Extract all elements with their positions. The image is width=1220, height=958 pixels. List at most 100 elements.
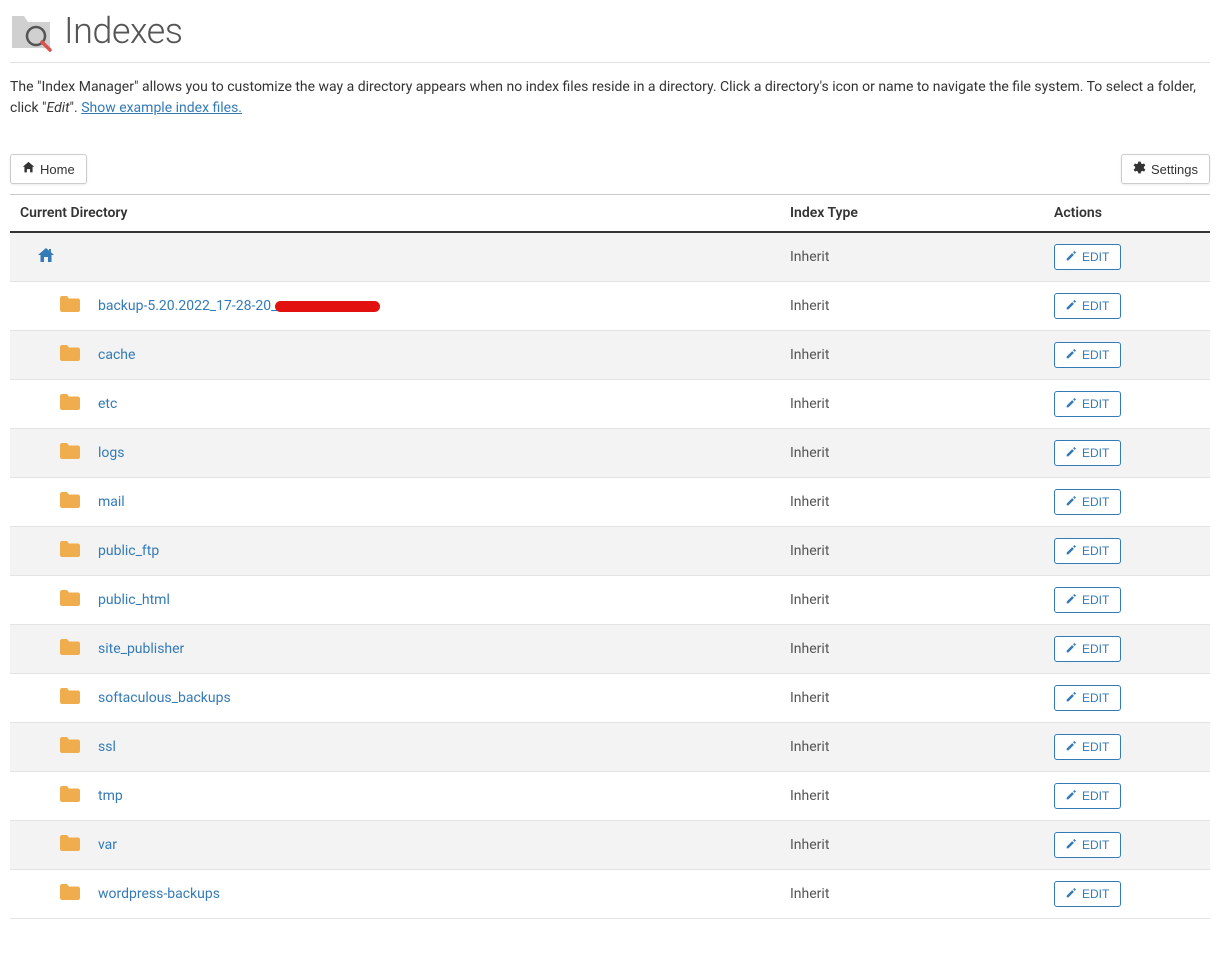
table-row: etcInheritEDIT [10, 380, 1210, 429]
directory-link[interactable]: etc [98, 396, 117, 412]
page-title: Indexes [64, 10, 183, 52]
directory-link[interactable]: wordpress-backups [98, 886, 220, 902]
directory-cell: cache [38, 345, 780, 365]
index-type-cell: Inherit [790, 478, 1054, 527]
directory-link[interactable]: mail [98, 494, 125, 510]
edit-button[interactable]: EDIT [1054, 587, 1121, 613]
edit-button[interactable]: EDIT [1054, 685, 1121, 711]
folder-icon[interactable] [60, 541, 80, 561]
folder-icon[interactable] [60, 590, 80, 610]
pencil-icon [1066, 691, 1077, 705]
description-edit-italic: Edit [47, 100, 70, 116]
edit-button[interactable]: EDIT [1054, 293, 1121, 319]
folder-icon[interactable] [60, 443, 80, 463]
directory-link[interactable]: public_html [98, 592, 170, 608]
header-directory: Current Directory [10, 195, 790, 233]
settings-button[interactable]: Settings [1121, 154, 1210, 184]
directory-cell: logs [38, 443, 780, 463]
home-button-label: Home [40, 162, 75, 177]
pencil-icon [1066, 446, 1077, 460]
folder-icon[interactable] [60, 835, 80, 855]
directory-link[interactable]: ssl [98, 739, 116, 755]
edit-button-label: EDIT [1082, 250, 1109, 264]
folder-icon[interactable] [60, 737, 80, 757]
pencil-icon [1066, 838, 1077, 852]
index-type-cell: Inherit [790, 429, 1054, 478]
table-row: public_ftp Inherit EDIT [10, 527, 1210, 576]
edit-button-label: EDIT [1082, 642, 1109, 656]
edit-button[interactable]: EDIT [1054, 881, 1121, 907]
edit-button-label: EDIT [1082, 299, 1109, 313]
index-type-cell: Inherit [790, 625, 1054, 674]
folder-icon[interactable] [60, 492, 80, 512]
home-index-type: Inherit [790, 232, 1054, 282]
table-row: public_htmlInheritEDIT [10, 576, 1210, 625]
edit-button-label: EDIT [1082, 348, 1109, 362]
folder-icon[interactable] [60, 884, 80, 904]
description-text-2: ". [70, 100, 82, 116]
folder-icon[interactable] [60, 639, 80, 659]
toolbar: Home Settings [10, 139, 1210, 184]
edit-button[interactable]: EDIT [1054, 636, 1121, 662]
home-icon[interactable] [38, 251, 54, 267]
table-header-row: Current Directory Index Type Actions [10, 195, 1210, 233]
directory-link[interactable]: var [98, 837, 117, 853]
directory-link[interactable]: site_publisher [98, 641, 184, 657]
index-type-cell: Inherit [790, 723, 1054, 772]
directory-link[interactable]: softaculous_backups [98, 690, 231, 706]
pencil-icon [1066, 789, 1077, 803]
pencil-icon [1066, 397, 1077, 411]
folder-icon[interactable] [60, 296, 80, 316]
table-row: logs Inherit EDIT [10, 429, 1210, 478]
edit-button[interactable]: EDIT [1054, 244, 1121, 270]
folder-icon[interactable] [60, 786, 80, 806]
directory-cell: backup-5.20.2022_17-28-20_ [38, 296, 780, 316]
edit-button[interactable]: EDIT [1054, 734, 1121, 760]
pencil-icon [1066, 642, 1077, 656]
edit-button-label: EDIT [1082, 887, 1109, 901]
directory-cell: public_html [38, 590, 780, 610]
show-example-link[interactable]: Show example index files. [81, 100, 242, 116]
pencil-icon [1066, 740, 1077, 754]
folder-icon[interactable] [60, 345, 80, 365]
edit-button-label: EDIT [1082, 397, 1109, 411]
table-row: tmp Inherit EDIT [10, 772, 1210, 821]
edit-button[interactable]: EDIT [1054, 538, 1121, 564]
directory-link[interactable]: cache [98, 347, 135, 363]
folder-icon[interactable] [60, 688, 80, 708]
edit-button[interactable]: EDIT [1054, 832, 1121, 858]
edit-button[interactable]: EDIT [1054, 391, 1121, 417]
pencil-icon [1066, 544, 1077, 558]
table-row: wordpress-backups Inherit EDIT [10, 870, 1210, 919]
table-row: ssl Inherit EDIT [10, 723, 1210, 772]
index-type-cell: Inherit [790, 870, 1054, 919]
edit-button-label: EDIT [1082, 446, 1109, 460]
pencil-icon [1066, 348, 1077, 362]
table-row: backup-5.20.2022_17-28-20_ Inherit EDIT [10, 282, 1210, 331]
index-type-cell: Inherit [790, 772, 1054, 821]
header-index-type: Index Type [790, 195, 1054, 233]
table-row: varInheritEDIT [10, 821, 1210, 870]
edit-button[interactable]: EDIT [1054, 440, 1121, 466]
edit-button[interactable]: EDIT [1054, 783, 1121, 809]
directory-link[interactable]: public_ftp [98, 543, 159, 559]
directory-link[interactable]: tmp [98, 788, 123, 804]
edit-button-label: EDIT [1082, 789, 1109, 803]
pencil-icon [1066, 299, 1077, 313]
directory-cell: public_ftp [38, 541, 780, 561]
directory-link[interactable]: backup-5.20.2022_17-28-20_ [98, 298, 277, 314]
index-type-cell: Inherit [790, 282, 1054, 331]
directory-cell: tmp [38, 786, 780, 806]
table-row: site_publisher Inherit EDIT [10, 625, 1210, 674]
directory-link[interactable]: logs [98, 445, 124, 461]
edit-button-label: EDIT [1082, 495, 1109, 509]
home-button[interactable]: Home [10, 154, 87, 184]
folder-icon[interactable] [60, 394, 80, 414]
edit-button-label: EDIT [1082, 740, 1109, 754]
index-type-cell: Inherit [790, 527, 1054, 576]
edit-button[interactable]: EDIT [1054, 342, 1121, 368]
edit-button-label: EDIT [1082, 544, 1109, 558]
table-row: softaculous_backupsInheritEDIT [10, 674, 1210, 723]
header-actions: Actions [1054, 195, 1210, 233]
edit-button[interactable]: EDIT [1054, 489, 1121, 515]
